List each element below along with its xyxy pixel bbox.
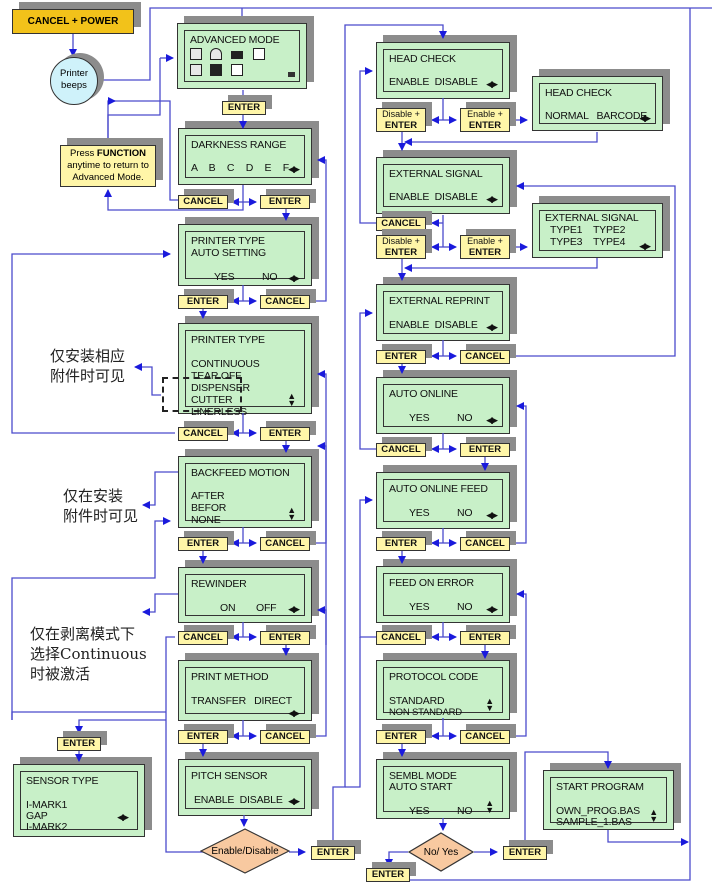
note-line: 附件时可见 bbox=[50, 367, 126, 385]
note-line1: Press FUNCTION bbox=[61, 148, 155, 160]
accessory-options-highlight bbox=[162, 377, 242, 412]
enter-button[interactable]: ENTER bbox=[178, 295, 228, 309]
cancel-button[interactable]: CANCEL bbox=[376, 217, 426, 231]
enter-button[interactable]: ENTER bbox=[178, 730, 228, 744]
cancel-button[interactable]: CANCEL bbox=[178, 631, 228, 645]
enable-enter-button[interactable]: Enable + ENTER bbox=[460, 108, 510, 132]
note-line: 仅安装相应 bbox=[50, 347, 126, 365]
enter-button[interactable]: ENTER bbox=[57, 737, 101, 751]
printer-beeps-node: Printer beeps bbox=[50, 57, 98, 105]
note-peel-mode: 仅在剥离模式下 选择Continuous 时被激活 bbox=[30, 624, 147, 684]
disable-enter-button[interactable]: Disable + ENTER bbox=[376, 235, 426, 259]
enter-button[interactable]: ENTER bbox=[260, 631, 310, 645]
button-bottom-label: ENTER bbox=[384, 247, 418, 258]
note-line: 附件时可见 bbox=[63, 507, 139, 525]
note-accessory-visible: 仅安装相应 附件时可见 bbox=[50, 346, 125, 386]
enter-button[interactable]: ENTER bbox=[376, 537, 426, 551]
cancel-power-start: CANCEL + POWER bbox=[12, 9, 134, 34]
sensor-icon bbox=[231, 51, 243, 59]
decision-label-wrap: Enable/Disable bbox=[200, 828, 290, 874]
display-icon bbox=[253, 48, 265, 60]
cancel-button[interactable]: CANCEL bbox=[178, 427, 228, 441]
enter-button[interactable]: ENTER bbox=[460, 443, 510, 457]
decision-label: Enable/Disable bbox=[211, 845, 279, 857]
button-top-label: Enable + bbox=[467, 109, 503, 119]
button-top-label: Enable + bbox=[467, 236, 503, 246]
cancel-button[interactable]: CANCEL bbox=[460, 537, 510, 551]
cancel-button[interactable]: CANCEL bbox=[260, 730, 310, 744]
battery-icon bbox=[288, 72, 295, 77]
note-line: 仅在剥离模式下 bbox=[30, 625, 136, 643]
enter-button[interactable]: ENTER bbox=[260, 195, 310, 209]
tools-icon bbox=[210, 64, 222, 76]
enter-button[interactable]: ENTER bbox=[460, 631, 510, 645]
decision-label-wrap: No/ Yes bbox=[408, 832, 474, 872]
screen-advanced-inner: ADVANCED MODE bbox=[184, 30, 300, 82]
enter-button[interactable]: ENTER bbox=[376, 730, 426, 744]
beeps-line2: beeps bbox=[61, 80, 87, 91]
note-line: 时被激活 bbox=[30, 665, 91, 683]
darkness-icon bbox=[190, 48, 202, 60]
enter-button[interactable]: ENTER bbox=[503, 846, 547, 860]
cancel-button[interactable]: CANCEL bbox=[260, 537, 310, 551]
button-bottom-label: ENTER bbox=[468, 120, 502, 131]
cancel-button[interactable]: CANCEL bbox=[376, 631, 426, 645]
cancel-button[interactable]: CANCEL bbox=[376, 443, 426, 457]
connector-lines bbox=[11, 7, 712, 881]
note-line: 仅在安装 bbox=[63, 487, 124, 505]
cancel-button[interactable]: CANCEL bbox=[460, 350, 510, 364]
note-accessory-visible-2: 仅在安装 附件时可见 bbox=[63, 486, 138, 526]
button-bottom-label: ENTER bbox=[384, 120, 418, 131]
button-top-label: Disable + bbox=[382, 236, 420, 246]
screen-title: ADVANCED MODE bbox=[190, 34, 280, 46]
note-line: 选择Continuous bbox=[30, 645, 147, 663]
note-line3: Advanced Mode. bbox=[72, 172, 144, 183]
button-top-label: Disable + bbox=[382, 109, 420, 119]
document-icon bbox=[231, 64, 243, 76]
enter-button[interactable]: ENTER bbox=[222, 101, 266, 115]
button-bottom-label: ENTER bbox=[468, 247, 502, 258]
note-function-key: FUNCTION bbox=[96, 148, 146, 159]
decision-label: No/ Yes bbox=[423, 846, 459, 858]
person-icon bbox=[210, 48, 222, 60]
enter-button[interactable]: ENTER bbox=[178, 537, 228, 551]
enter-button[interactable]: ENTER bbox=[376, 350, 426, 364]
cancel-button[interactable]: CANCEL bbox=[178, 195, 228, 209]
cancel-button[interactable]: CANCEL bbox=[260, 295, 310, 309]
screen-advanced-mode: ADVANCED MODE bbox=[177, 23, 307, 89]
disable-enter-button[interactable]: Disable + ENTER bbox=[376, 108, 426, 132]
enter-button[interactable]: ENTER bbox=[366, 868, 410, 882]
enter-button[interactable]: ENTER bbox=[260, 427, 310, 441]
function-note: Press FUNCTION anytime to return to Adva… bbox=[60, 145, 156, 187]
enter-button[interactable]: ENTER bbox=[311, 846, 355, 860]
note-press: Press bbox=[69, 148, 95, 159]
storage-icon bbox=[190, 64, 202, 76]
note-line2: anytime to return to bbox=[67, 160, 149, 171]
enable-enter-button[interactable]: Enable + ENTER bbox=[460, 235, 510, 259]
cancel-button[interactable]: CANCEL bbox=[460, 730, 510, 744]
beeps-line1: Printer bbox=[60, 68, 88, 79]
